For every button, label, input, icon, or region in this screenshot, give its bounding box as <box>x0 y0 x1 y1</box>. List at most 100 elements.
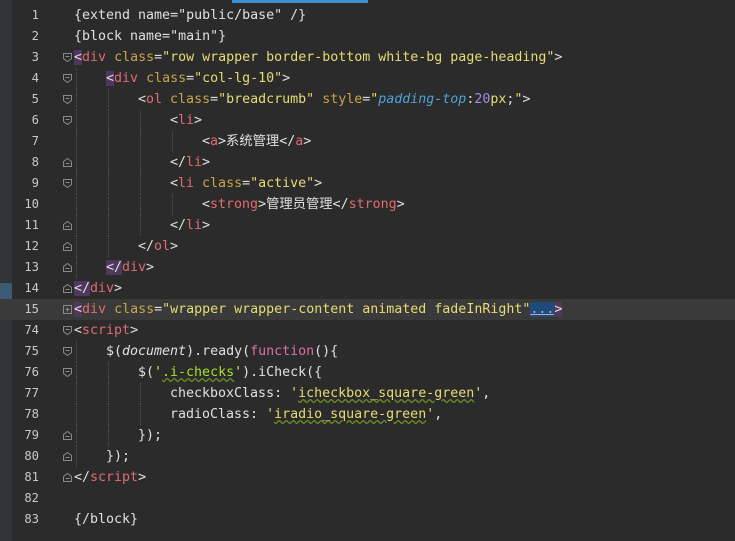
code-line[interactable]: 10 <strong>管理员管理</strong> <box>0 194 735 215</box>
tab-indicator <box>232 0 368 3</box>
code-token: "row wrapper border-bottom white-bg page… <box>162 50 555 65</box>
code-line[interactable]: 1 {extend name="public/base" /} <box>0 5 735 26</box>
code-text[interactable]: {extend name="public/base" /} <box>74 5 306 26</box>
code-token: > <box>202 218 211 233</box>
code-text[interactable]: </script> <box>74 467 146 488</box>
code-text[interactable]: </div> <box>74 278 122 299</box>
code-text[interactable]: <div class="col-lg-10"> <box>106 68 290 89</box>
code-editor[interactable]: 1 {extend name="public/base" /} 2 {block na… <box>0 0 735 541</box>
code-text[interactable]: <li class="active"> <box>170 173 322 194</box>
fold-collapse-icon[interactable] <box>62 241 73 252</box>
code-line[interactable]: 77 checkboxClass: 'icheckbox_square-green… <box>0 383 735 404</box>
fold-collapse-icon[interactable] <box>62 94 73 105</box>
code-token: < <box>138 92 147 107</box>
code-text[interactable]: </li> <box>170 152 210 173</box>
code-line[interactable]: 3 <div class="row wrapper border-bottom w… <box>0 47 735 68</box>
fold-collapse-icon[interactable] <box>62 346 73 357</box>
code-line[interactable]: 12 </ol> <box>0 236 735 257</box>
code-token: strong <box>348 197 397 212</box>
code-text[interactable]: {block name="main"} <box>74 26 226 47</box>
indent-guide <box>108 215 109 236</box>
code-token: ' <box>154 365 163 380</box>
code-text[interactable]: </div> <box>106 257 154 278</box>
code-token: = <box>186 71 195 86</box>
line-number: 5 <box>31 92 39 106</box>
code-line[interactable]: 81 </script> <box>0 467 735 488</box>
code-line[interactable]: 75 $(document).ready(function(){ <box>0 341 735 362</box>
code-text[interactable]: <li> <box>170 110 202 131</box>
code-text[interactable]: <a>系统管理</a> <box>202 131 311 152</box>
fold-collapse-icon[interactable] <box>62 262 73 273</box>
code-text[interactable]: $('.i-checks').iCheck({ <box>138 362 322 383</box>
code-token: ' <box>234 365 243 380</box>
code-line[interactable]: 76 $('.i-checks').iCheck({ <box>0 362 735 383</box>
line-number: 74 <box>24 323 39 337</box>
indent-guide <box>76 404 77 425</box>
code-token: < <box>74 50 83 65</box>
code-line[interactable]: 6 <li> <box>0 110 735 131</box>
code-text[interactable]: checkboxClass: 'icheckbox_square-green', <box>170 383 490 404</box>
code-text[interactable]: }); <box>106 446 130 467</box>
code-token: 系统管理 <box>226 134 280 149</box>
fold-collapse-icon[interactable] <box>62 472 73 483</box>
fold-collapse-icon[interactable] <box>62 52 73 63</box>
code-text[interactable]: <strong>管理员管理</strong> <box>202 194 405 215</box>
code-text[interactable]: <script> <box>74 320 138 341</box>
line-number: 83 <box>24 512 39 526</box>
fold-collapse-icon[interactable] <box>62 430 73 441</box>
indent-guide <box>108 89 109 110</box>
indent-guide <box>108 131 109 152</box>
code-line[interactable]: 83 {/block} <box>0 509 735 530</box>
line-number: 13 <box>24 260 39 274</box>
code-text[interactable]: radioClass: 'iradio_square-green', <box>170 404 442 425</box>
code-line[interactable]: 14 </div> <box>0 278 735 299</box>
code-token: < <box>170 113 179 128</box>
code-line[interactable]: 8 </li> <box>0 152 735 173</box>
code-line[interactable]: 2 {block name="main"} <box>0 26 735 47</box>
code-line[interactable]: 74 <script> <box>0 320 735 341</box>
code-line[interactable]: 82 <box>0 488 735 509</box>
code-text[interactable]: $(document).ready(function(){ <box>106 341 338 362</box>
code-text[interactable]: }); <box>138 425 162 446</box>
code-line[interactable]: 9 <li class="active"> <box>0 173 735 194</box>
code-line[interactable]: 13 </div> <box>0 257 735 278</box>
code-token: </ <box>106 260 123 275</box>
fold-collapse-icon[interactable] <box>62 115 73 126</box>
fold-collapse-icon[interactable] <box>62 220 73 231</box>
indent-guide <box>108 404 109 425</box>
code-line[interactable]: 15 <div class="wrapper wrapper-content an… <box>0 299 735 320</box>
code-line[interactable]: 80}); <box>0 446 735 467</box>
code-text[interactable]: <div class="wrapper wrapper-content anim… <box>74 299 563 320</box>
indent-guide <box>76 173 77 194</box>
fold-collapse-icon[interactable] <box>62 325 73 336</box>
code-text[interactable]: </ol> <box>138 236 178 257</box>
code-text[interactable]: {/block} <box>74 509 138 530</box>
fold-expand-icon[interactable] <box>62 304 73 315</box>
indent-guide <box>140 173 141 194</box>
code-token: , <box>482 386 491 401</box>
fold-collapse-icon[interactable] <box>62 157 73 168</box>
code-line[interactable]: 7 <a>系统管理</a> <box>0 131 735 152</box>
code-line[interactable]: 78 radioClass: 'iradio_square-green', <box>0 404 735 425</box>
fold-collapse-icon[interactable] <box>62 451 73 462</box>
fold-collapse-icon[interactable] <box>62 178 73 189</box>
code-line[interactable]: 5 <ol class="breadcrumb" style="padding-t… <box>0 89 735 110</box>
code-token: script <box>82 323 131 338</box>
fold-collapse-icon[interactable] <box>62 367 73 378</box>
code-text[interactable]: <div class="row wrapper border-bottom wh… <box>74 47 562 68</box>
fold-collapse-icon[interactable] <box>62 73 73 84</box>
code-token: {extend name="public/base" /} <box>74 8 307 23</box>
folded-region-ellipsis[interactable]: ... <box>530 302 555 317</box>
code-token: < <box>74 302 83 317</box>
code-line[interactable]: 4 <div class="col-lg-10"> <box>0 68 735 89</box>
code-token: padding-top <box>378 92 467 107</box>
code-text[interactable]: </li> <box>170 215 210 236</box>
fold-collapse-icon[interactable] <box>62 283 73 294</box>
code-line[interactable]: 79}); <box>0 425 735 446</box>
code-line[interactable]: 11 </li> <box>0 215 735 236</box>
code-token: </ <box>170 155 187 170</box>
indent-guide <box>76 194 77 215</box>
code-text[interactable]: <ol class="breadcrumb" style="padding-to… <box>138 89 530 110</box>
